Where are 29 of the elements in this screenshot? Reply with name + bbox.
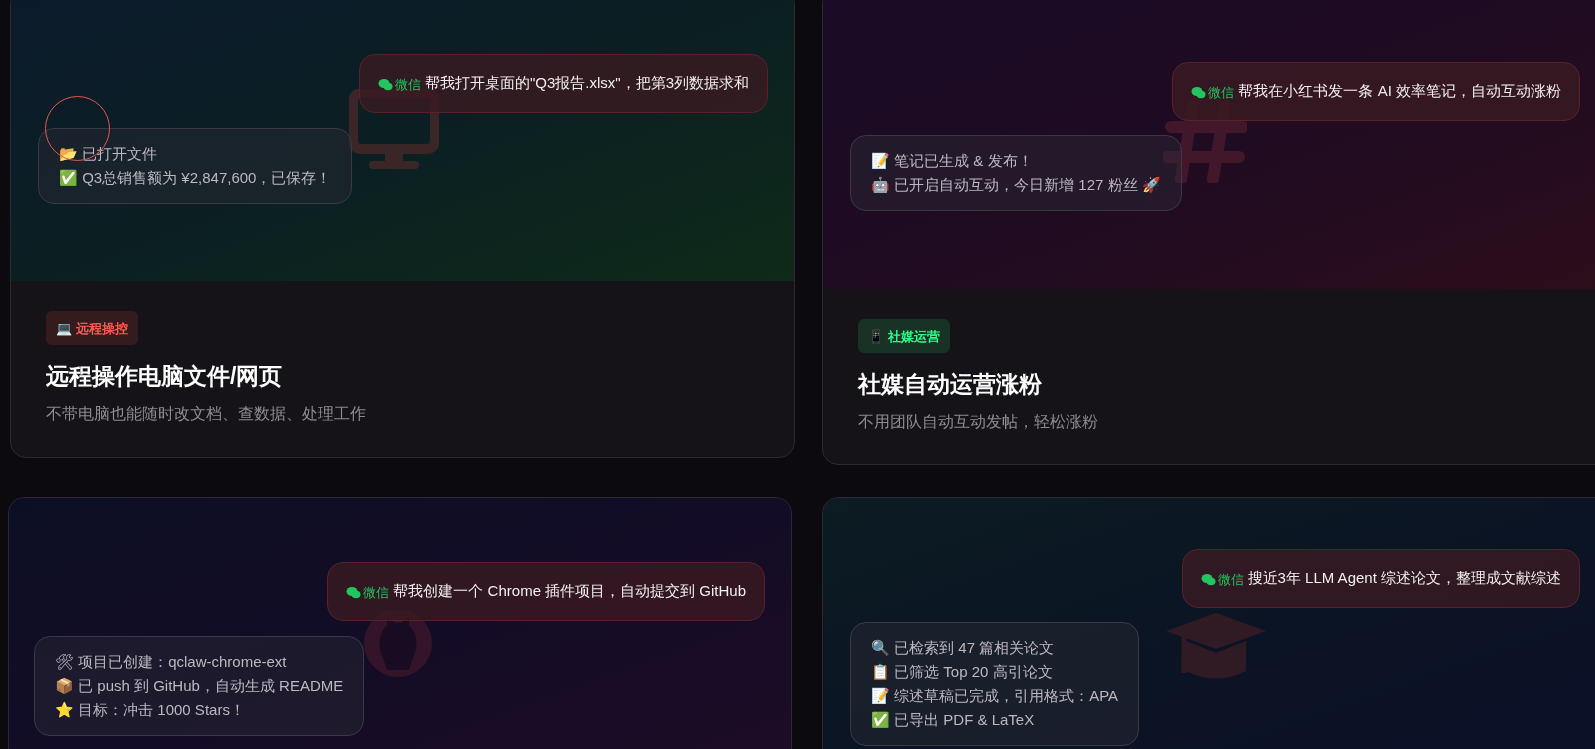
message-text: 帮我创建一个 Chrome 插件项目，自动提交到 GitHub (393, 581, 746, 601)
reply-line: 📝 笔记已生成 & 发布！ (871, 150, 1034, 171)
reply-line: ✅ 已导出 PDF & LaTeX (871, 709, 1036, 730)
tag-label: 💻 远程操控 (56, 321, 128, 336)
reply-line: 📋 已筛选 Top 20 高引论文 (871, 661, 1054, 682)
wechat-icon (1200, 573, 1216, 587)
reply-line: 🤖 已开启自动互动，今日新增 127 粉丝 🚀 (871, 174, 1161, 195)
reply-line: 📂 已打开文件 (59, 143, 159, 164)
reply-line: 📝 综述草稿已完成，引用格式：APA (871, 685, 1119, 706)
wechat-icon (1191, 86, 1207, 100)
card-title: 远程操作电脑文件/网页 (46, 362, 283, 391)
reply-line: 🛠 项目已创建：qclaw-chrome-ext (55, 651, 288, 672)
app-label: 微信 (1200, 567, 1244, 590)
card-subtitle: 不带电脑也能随时改文档、查数据、处理工作 (46, 403, 366, 424)
card-title: 社媒自动运营涨粉 (858, 370, 1042, 399)
app-label: 微信 (378, 72, 421, 95)
wechat-icon (346, 586, 362, 600)
wechat-icon (378, 78, 393, 92)
reply-line: 📦 已 push 到 GitHub，自动生成 README (55, 675, 344, 696)
reply-line: 🔍 已检索到 47 篇相关论文 (871, 637, 1056, 658)
tag-label: 📱 社媒运营 (868, 329, 940, 344)
message-text: 帮我打开桌面的"Q3报告.xlsx"，把第3列数据求和 (425, 73, 749, 93)
card-subtitle: 不用团队自动互动发帖，轻松涨粉 (858, 411, 1098, 432)
reply-line: ✅ Q3总销售额为 ¥2,847,600，已保存！ (59, 167, 332, 188)
app-label: 微信 (346, 580, 390, 603)
app-label: 微信 (1191, 80, 1235, 103)
message-text: 帮我在小红书发一条 AI 效率笔记，自动互动涨粉 (1238, 81, 1561, 101)
message-text: 搜近3年 LLM Agent 综述论文，整理成文献综述 (1247, 568, 1561, 588)
reply-line: ⭐ 目标：冲击 1000 Stars！ (55, 699, 246, 720)
